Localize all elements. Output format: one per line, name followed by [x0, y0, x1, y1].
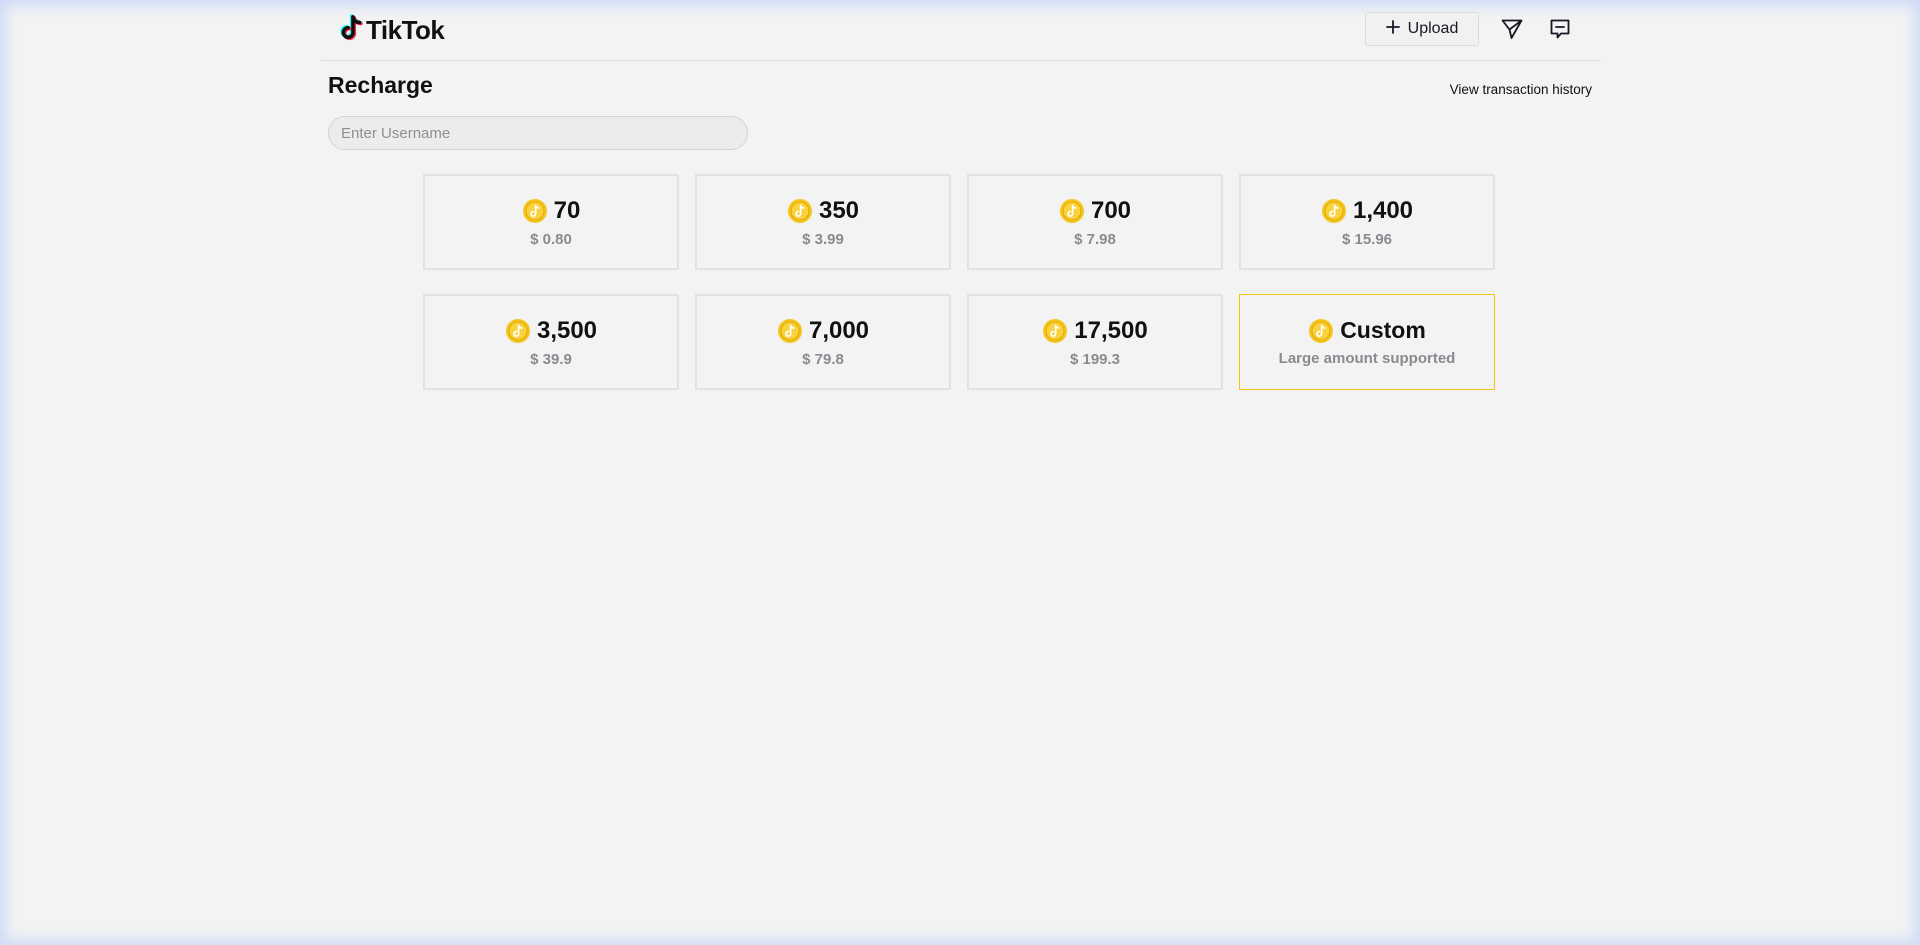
package-price: $ 3.99	[802, 230, 844, 248]
custom-label: Custom	[1340, 317, 1426, 343]
top-header: TikTok Upload	[321, 0, 1601, 61]
custom-subtitle: Large amount supported	[1278, 350, 1456, 367]
username-input[interactable]	[328, 116, 748, 150]
coin-amount: 1,400	[1352, 196, 1414, 224]
recharge-package-grid: 70 $ 0.80 350 $ 3.99 700 $ 7.98 1,400 $ …	[423, 174, 1496, 390]
upload-label: Upload	[1407, 20, 1459, 37]
package-card[interactable]: 1,400 $ 15.96	[1239, 174, 1495, 270]
package-price: $ 199.3	[1069, 350, 1121, 368]
upload-button[interactable]: Upload	[1365, 12, 1479, 46]
coin-amount: 350	[818, 196, 860, 224]
package-price: $ 0.80	[530, 230, 572, 248]
package-card[interactable]: 3,500 $ 39.9	[423, 294, 679, 390]
package-card[interactable]: 350 $ 3.99	[695, 174, 951, 270]
coin-icon	[1308, 318, 1334, 344]
package-price: $ 39.9	[530, 350, 572, 368]
page-title: Recharge	[328, 72, 433, 98]
tiktok-note-icon	[339, 13, 363, 47]
coin-icon	[1321, 198, 1347, 224]
package-price: $ 79.8	[802, 350, 844, 368]
coin-amount: 70	[553, 196, 581, 224]
tiktok-logo[interactable]: TikTok	[339, 13, 445, 47]
logo-text: TikTok	[366, 14, 445, 45]
coin-icon	[505, 318, 531, 344]
coin-amount: 17,500	[1074, 316, 1148, 344]
package-price: $ 7.98	[1074, 230, 1116, 248]
coin-icon	[777, 318, 803, 344]
paper-plane-icon[interactable]	[1499, 16, 1525, 42]
coin-icon	[787, 198, 813, 224]
coin-amount: 3,500	[536, 316, 598, 344]
coin-icon	[1059, 198, 1085, 224]
coin-amount: 700	[1090, 196, 1132, 224]
coin-icon	[522, 198, 548, 224]
package-card[interactable]: 7,000 $ 79.8	[695, 294, 951, 390]
plus-icon	[1385, 19, 1400, 39]
package-card[interactable]: 70 $ 0.80	[423, 174, 679, 270]
message-icon[interactable]	[1547, 16, 1573, 42]
package-card[interactable]: 700 $ 7.98	[967, 174, 1223, 270]
custom-package-card[interactable]: Custom Large amount supported	[1239, 294, 1495, 390]
package-card[interactable]: 17,500 $ 199.3	[967, 294, 1223, 390]
view-transaction-history-link[interactable]: View transaction history	[1450, 82, 1592, 97]
coin-amount: 7,000	[808, 316, 870, 344]
coin-icon	[1042, 318, 1068, 344]
package-price: $ 15.96	[1341, 230, 1393, 248]
